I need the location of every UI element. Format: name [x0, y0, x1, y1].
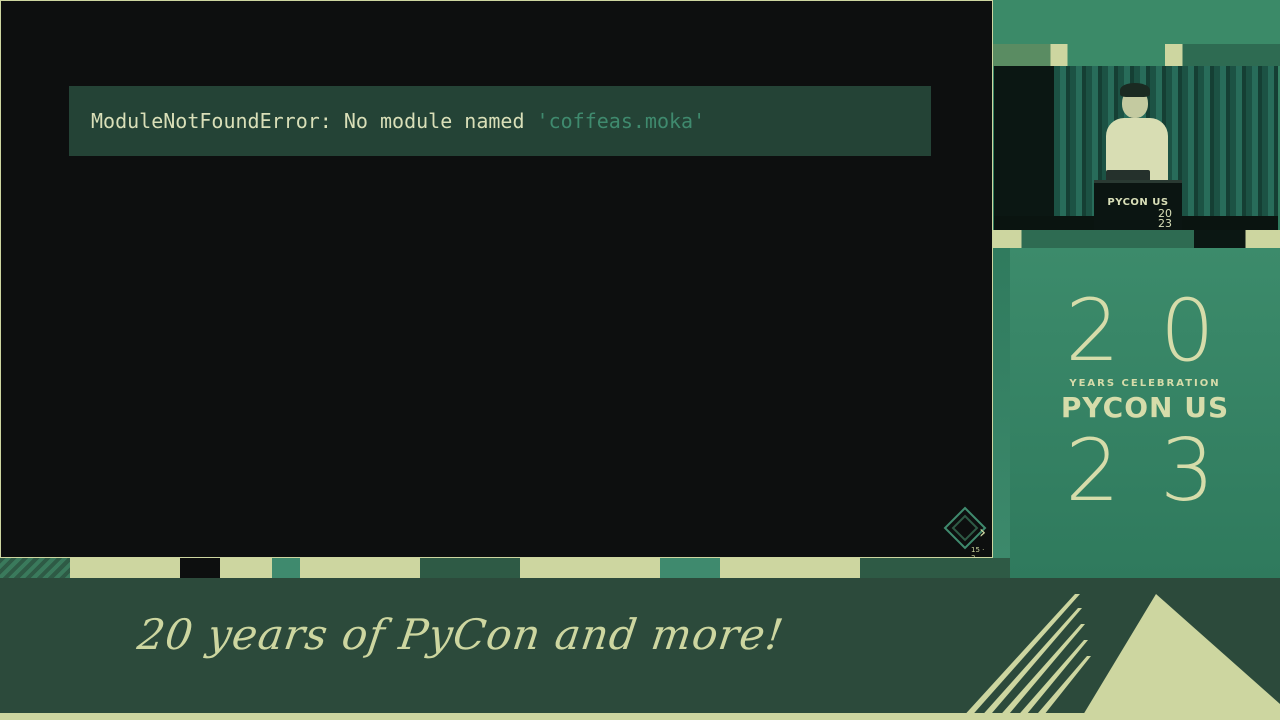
- brand-box: 20 YEARS CELEBRATION PYCON US 23: [1010, 248, 1280, 578]
- brand-year-top: 20: [1065, 281, 1255, 381]
- pattern-block: [660, 558, 720, 578]
- right-mid-strip: [993, 230, 1280, 248]
- speaker-hair: [1120, 83, 1150, 97]
- right-top-strip: [993, 0, 1280, 48]
- podium: PYCON US 20 23: [1094, 180, 1182, 230]
- slide-navigation[interactable]: › 15 · 3: [941, 506, 989, 562]
- banner-tagline: 20 years of PyCon and more!: [134, 610, 788, 659]
- pattern-block: [220, 558, 272, 578]
- pattern-block: [70, 558, 180, 578]
- podium-year-bottom: 23: [1158, 217, 1172, 230]
- pattern-block: [180, 558, 220, 578]
- pattern-block: [420, 558, 520, 578]
- podium-year: 20 23: [1158, 208, 1172, 230]
- slide: ModuleNotFoundError: No module named 'co…: [0, 0, 993, 562]
- error-message: No module: [331, 109, 465, 133]
- brand-year-bottom: 23: [1065, 421, 1255, 521]
- mountain-stripes: [960, 594, 1091, 720]
- pattern-strip: [0, 558, 1010, 578]
- speaker-video: PYCON US 20 23: [994, 66, 1278, 230]
- mountain-peak: [1080, 594, 1280, 720]
- pattern-block: [272, 558, 300, 578]
- brand-name: PYCON US: [1060, 391, 1230, 424]
- next-slide-chevron-icon[interactable]: ›: [979, 522, 986, 543]
- pattern-block: [860, 558, 1010, 578]
- pattern-block: [720, 558, 860, 578]
- bottom-rule: [0, 713, 1280, 720]
- mountain-graphic: [960, 594, 1280, 720]
- error-keyword: named: [464, 109, 525, 133]
- error-type: ModuleNotFoundError:: [91, 109, 332, 133]
- pattern-block: [520, 558, 660, 578]
- pattern-block: [300, 558, 420, 578]
- error-code-block: ModuleNotFoundError: No module named 'co…: [69, 86, 931, 156]
- brand-tagline: YEARS CELEBRATION: [1069, 378, 1221, 389]
- error-module-string: 'coffeas.moka': [524, 109, 706, 133]
- right-top-blocks: [993, 44, 1280, 66]
